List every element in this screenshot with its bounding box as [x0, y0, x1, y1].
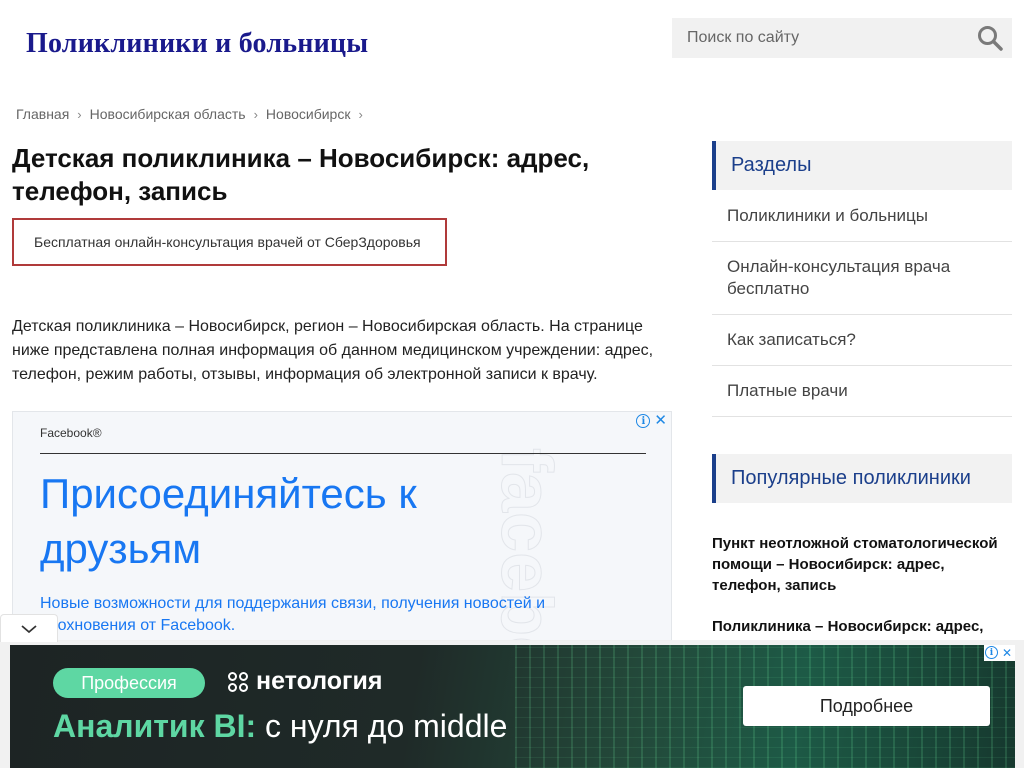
sidebar-sections-heading: Разделы: [712, 141, 1012, 190]
ad-close-icon[interactable]: ✕: [654, 413, 667, 428]
ad-divider: [40, 453, 646, 454]
breadcrumb: Главная › Новосибирская область › Новоси…: [16, 106, 371, 122]
popular-clinic-link[interactable]: Поликлиника – Новосибирск: адрес,: [712, 616, 1012, 637]
sidebar: Разделы Поликлиники и больницы Онлайн-ко…: [712, 141, 1012, 417]
sidebar-item-clinics[interactable]: Поликлиники и больницы: [712, 190, 1012, 242]
ad-controls: i ✕: [636, 413, 667, 428]
breadcrumb-separator: ›: [77, 106, 82, 122]
search-icon: [978, 26, 1003, 51]
sidebar-popular-heading: Популярные поликлиники: [712, 454, 1012, 503]
ad-description[interactable]: Новые возможности для поддержания связи,…: [40, 593, 610, 637]
banner-pill: Профессия: [53, 668, 205, 698]
collapse-ad-button[interactable]: [0, 614, 58, 642]
breadcrumb-region[interactable]: Новосибирская область: [90, 106, 246, 122]
banner-controls: i ✕: [984, 645, 1015, 661]
sidebar-item-online-consultation[interactable]: Онлайн-консультация врача бесплатно: [712, 242, 1012, 315]
banner-info-icon[interactable]: i: [985, 646, 998, 659]
popular-clinic-link[interactable]: Пункт неотложной стоматологической помощ…: [712, 533, 1012, 596]
search-input[interactable]: [672, 18, 962, 58]
breadcrumb-separator: ›: [253, 106, 258, 122]
sidebar-item-paid-doctors[interactable]: Платные врачи: [712, 366, 1012, 417]
banner-headline: Аналитик BI: с нуля до middle: [53, 708, 507, 745]
chevron-down-icon: [21, 624, 37, 633]
ad-info-icon[interactable]: i: [636, 414, 651, 428]
banner-headline-rest: с нуля до middle: [265, 708, 508, 744]
breadcrumb-city[interactable]: Новосибирск: [266, 106, 351, 122]
breadcrumb-home[interactable]: Главная: [16, 106, 69, 122]
banner-logo: нетология: [228, 667, 382, 696]
ad-headline[interactable]: Присоединяйтесь к друзьям: [40, 466, 510, 576]
online-consultation-button[interactable]: Бесплатная онлайн-консультация врачей от…: [12, 218, 447, 266]
banner-headline-accent: Аналитик BI:: [53, 708, 257, 744]
facebook-ad[interactable]: facebook Facebook® Присоединяйтесь к дру…: [12, 411, 672, 641]
breadcrumb-separator: ›: [358, 106, 363, 122]
sidebar-sections-list: Поликлиники и больницы Онлайн-консультац…: [712, 190, 1012, 417]
site-logo[interactable]: Поликлиники и больницы: [26, 28, 368, 60]
banner-close-icon[interactable]: ✕: [999, 645, 1015, 661]
search-box: [672, 18, 1012, 58]
sidebar-item-how-to-book[interactable]: Как записаться?: [712, 315, 1012, 366]
intro-paragraph: Детская поликлиника – Новосибирск, регио…: [12, 318, 654, 383]
netology-logo-icon: [228, 671, 248, 692]
banner-cta-button[interactable]: Подробнее: [743, 686, 990, 726]
page-title: Детская поликлиника – Новосибирск: адрес…: [12, 143, 590, 206]
search-button[interactable]: [976, 24, 1004, 52]
ad-brand: Facebook®: [40, 426, 102, 440]
netology-banner-ad[interactable]: Профессия нетология Аналитик BI: с нуля …: [10, 645, 1015, 768]
banner-logo-text: нетология: [256, 667, 383, 695]
